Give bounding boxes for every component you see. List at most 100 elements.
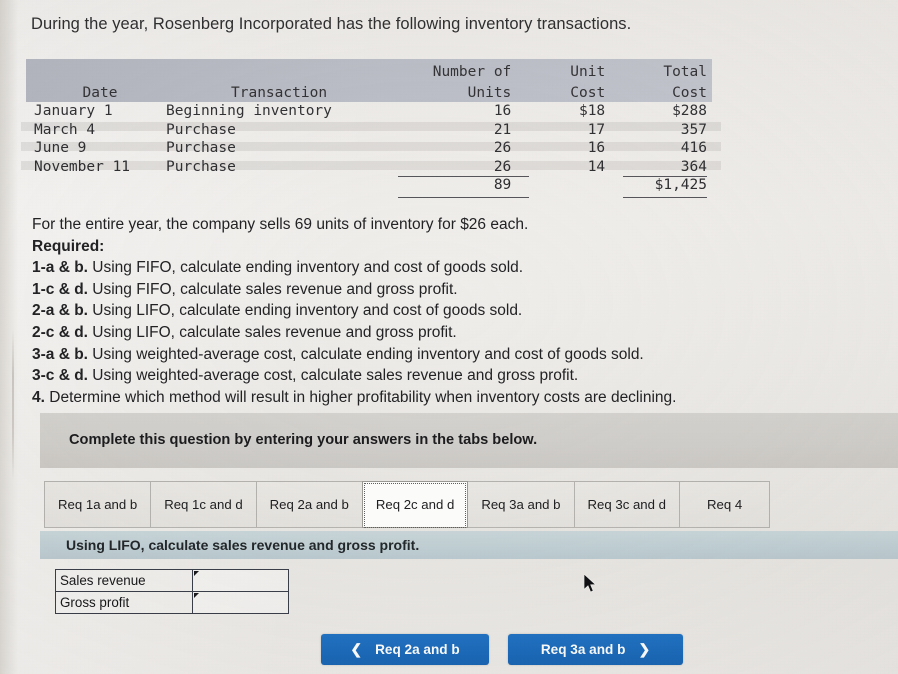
sales-note: For the entire year, the company sells 6…	[32, 216, 529, 233]
requirement-label: 1-c & d.	[32, 280, 88, 298]
header-transaction: Transaction	[231, 84, 328, 101]
tab-req-2c-and-d[interactable]: Req 2c and d	[361, 481, 469, 528]
chevron-left-icon: ❮	[350, 641, 363, 657]
sales-revenue-input[interactable]	[192, 569, 289, 592]
tab-instruction-text: Using LIFO, calculate sales revenue and …	[66, 537, 420, 553]
header-date-blank	[31, 60, 166, 81]
answer-row-label: Sales revenue	[55, 569, 193, 592]
requirement-label: 3-a & b.	[32, 345, 88, 363]
tab-req-2a-and-b[interactable]: Req 2a and b	[255, 481, 363, 528]
table-row: November 11 Purchase 26 14 364	[31, 158, 711, 177]
row-units: 16	[493, 103, 512, 119]
answer-table: Sales revenue Gross profit	[55, 569, 289, 614]
requirement-item: 1-c & d. Using FIFO, calculate sales rev…	[32, 279, 872, 301]
row-transaction: Purchase	[166, 140, 236, 156]
requirement-text: Using weighted-average cost, calculate s…	[92, 367, 579, 385]
requirement-text: Using weighted-average cost, calculate e…	[92, 345, 644, 363]
page-left-edge-shadow	[0, 0, 18, 674]
intro-text: During the year, Rosenberg Incorporated …	[31, 15, 632, 33]
row-transaction: Purchase	[166, 158, 236, 175]
table-row: March 4 Purchase 21 17 357	[31, 121, 711, 140]
tab-label: Req 2c and d	[375, 497, 455, 512]
prev-button-label: Req 2a and b	[375, 642, 460, 657]
requirement-label: 2-a & b.	[32, 302, 88, 320]
row-units: 26	[493, 140, 512, 156]
inventory-header-row-1: Number of Unit Total	[31, 60, 711, 81]
requirement-item: 3-a & b. Using weighted-average cost, ca…	[32, 344, 872, 366]
inventory-header-row-2: Date Transaction Units Cost Cost	[31, 81, 711, 102]
table-row: June 9 Purchase 26 16 416	[31, 139, 711, 158]
totals-unit-cost	[533, 176, 617, 195]
tab-label: Req 4	[706, 497, 743, 512]
row-date: January 1	[34, 103, 113, 119]
requirement-label: 2-c & d.	[32, 323, 88, 341]
requirement-tabs[interactable]: Req 1a and b Req 1c and d Req 2a and b R…	[44, 481, 771, 528]
requirement-item: 3-c & d. Using weighted-average cost, ca…	[32, 365, 872, 387]
tab-req-4[interactable]: Req 4	[678, 481, 771, 528]
row-total-cost: 357	[680, 121, 707, 138]
requirement-text: Using FIFO, calculate sales revenue and …	[92, 280, 458, 298]
next-requirement-button[interactable]: Req 3a and b ❯	[508, 634, 683, 665]
header-unit-cost-line1: Unit	[570, 63, 606, 80]
totals-total-cost: $1,425	[617, 176, 711, 197]
row-units: 26	[392, 158, 533, 177]
prev-requirement-button[interactable]: ❮ Req 2a and b	[321, 634, 489, 665]
requirement-text: Using LIFO, calculate sales revenue and …	[92, 323, 457, 341]
totals-units: 89	[392, 176, 533, 197]
requirement-text: Determine which method will result in hi…	[49, 388, 677, 406]
row-unit-cost: 16	[587, 140, 606, 156]
table-totals-row: 89 $1,425	[31, 176, 711, 197]
tab-label: Req 3c and d	[587, 497, 666, 512]
row-transaction: Beginning inventory	[166, 103, 332, 119]
tab-label: Req 2a and b	[269, 497, 349, 512]
row-unit-cost: $18	[578, 103, 606, 119]
row-total-cost: 364	[617, 158, 711, 177]
table-row: Gross profit	[55, 591, 289, 614]
requirement-text: Using FIFO, calculate ending inventory a…	[92, 259, 524, 277]
tab-req-3a-and-b[interactable]: Req 3a and b	[467, 481, 575, 528]
header-unit-cost-line2: Cost	[570, 84, 606, 101]
header-transaction-blank	[166, 60, 392, 81]
next-button-label: Req 3a and b	[540, 642, 626, 657]
row-transaction: Purchase	[166, 121, 236, 138]
totals-spacer-transaction	[166, 176, 392, 195]
row-unit-cost: 14	[587, 158, 606, 175]
tab-req-3c-and-d[interactable]: Req 3c and d	[573, 481, 680, 528]
row-date: June 9	[34, 140, 87, 156]
requirement-item: 1-a & b. Using FIFO, calculate ending in…	[32, 257, 872, 279]
totals-spacer-date	[31, 176, 166, 195]
page-left-seam	[12, 330, 14, 480]
row-total-cost: 416	[680, 140, 707, 156]
tab-label: Req 3a and b	[481, 497, 561, 512]
requirement-label: 4.	[32, 388, 45, 406]
required-heading: Required:	[32, 237, 105, 255]
requirement-label: 1-a & b.	[32, 259, 88, 277]
table-row: January 1 Beginning inventory 16 $18 $28…	[31, 102, 711, 121]
header-number-of-units-line2: Units	[467, 84, 512, 101]
table-row: Sales revenue	[55, 569, 289, 592]
tab-req-1a-and-b[interactable]: Req 1a and b	[44, 481, 152, 528]
tab-label: Req 1a and b	[58, 497, 138, 512]
answer-row-label: Gross profit	[55, 591, 193, 614]
chevron-right-icon: ❯	[638, 641, 651, 657]
header-date: Date	[82, 84, 118, 101]
header-number-of-units-line1: Number of	[432, 63, 512, 80]
requirement-item: 2-c & d. Using LIFO, calculate sales rev…	[32, 322, 872, 344]
row-date: November 11	[34, 158, 131, 175]
requirement-item: 2-a & b. Using LIFO, calculate ending in…	[32, 300, 872, 322]
tab-req-1c-and-d[interactable]: Req 1c and d	[150, 481, 257, 528]
row-date: March 4	[34, 121, 96, 138]
gross-profit-input[interactable]	[192, 591, 289, 614]
header-total-cost-line2: Cost	[672, 84, 707, 101]
header-total-cost-line1: Total	[663, 63, 707, 80]
row-unit-cost: 17	[587, 121, 606, 138]
inventory-transactions-table: Number of Unit Total Date Transaction Un…	[21, 59, 721, 197]
requirements-block: For the entire year, the company sells 6…	[32, 214, 872, 408]
tab-label: Req 1c and d	[164, 497, 243, 512]
complete-question-text: Complete this question by entering your …	[69, 432, 538, 448]
requirement-item: 4. Determine which method will result in…	[32, 387, 872, 409]
row-total-cost: $288	[672, 103, 707, 119]
row-units: 21	[493, 121, 512, 138]
requirement-text: Using LIFO, calculate ending inventory a…	[92, 302, 523, 320]
requirement-label: 3-c & d.	[32, 367, 88, 385]
